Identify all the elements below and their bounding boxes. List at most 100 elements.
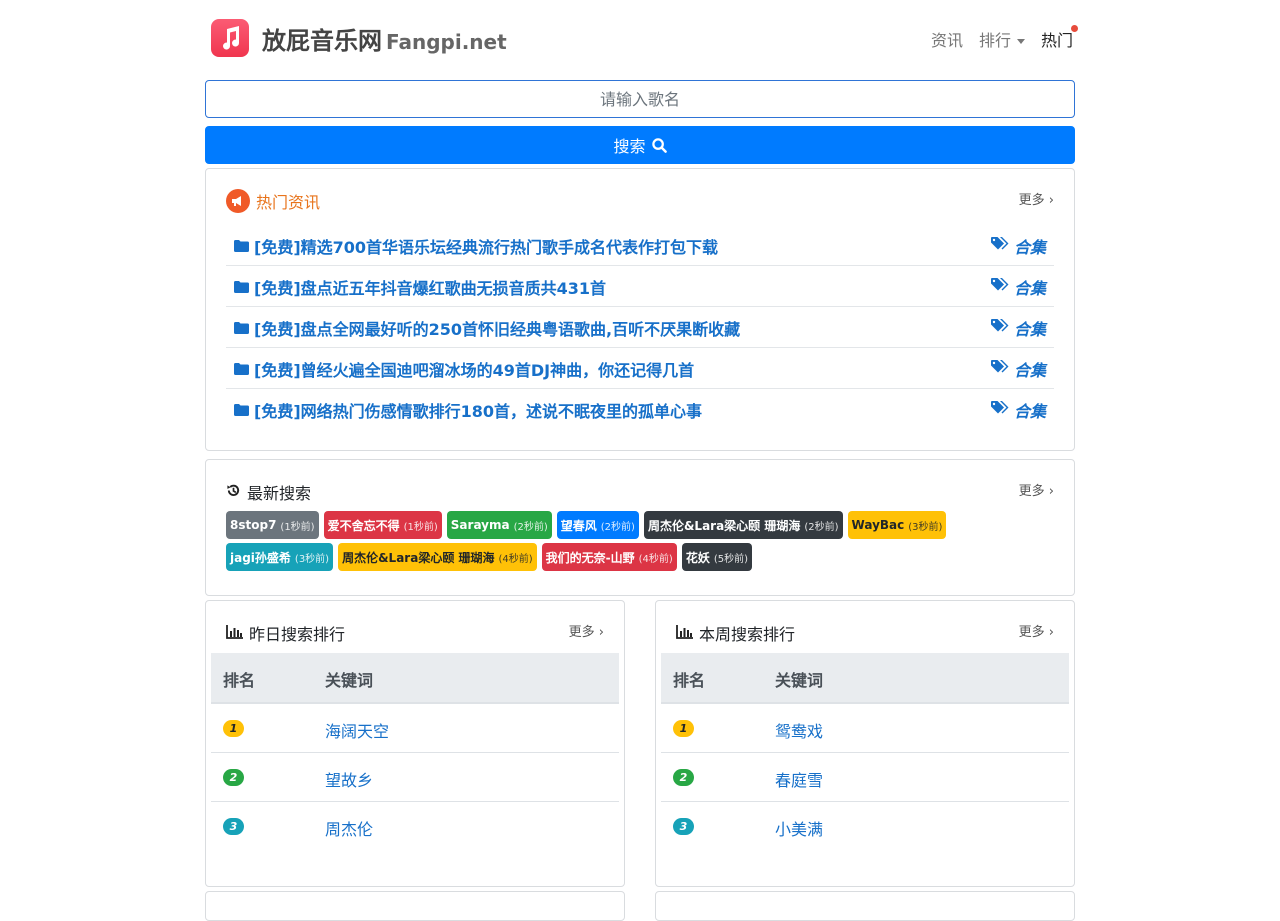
search-badge-text: 周杰伦&Lara梁心颐 珊瑚海 — [647, 518, 801, 533]
keyword-link[interactable]: 周杰伦 — [325, 816, 373, 840]
column-header-keyword: 关键词 — [325, 671, 374, 690]
next-card-right — [655, 891, 1075, 921]
keyword-link[interactable]: 海阔天空 — [325, 718, 389, 742]
news-title: [免费]网络热门伤感情歌排行180首，述说不眠夜里的孤单心事 — [254, 402, 703, 421]
week-rank-card: 本周搜索排行 更多 › 排名 关键词 1 鸳鸯戏 2 春庭雪 3 小美满 — [655, 600, 1075, 887]
news-link[interactable]: [免费]盘点全网最好听的250首怀旧经典粤语歌曲,百听不厌果断收藏 — [234, 316, 740, 340]
news-tag-text: 合集 — [1013, 361, 1046, 380]
search-badge[interactable]: 周杰伦&Lara梁心颐 珊瑚海 (4秒前) — [338, 543, 537, 571]
search-badge[interactable]: 周杰伦&Lara梁心颐 珊瑚海 (2秒前) — [643, 511, 843, 539]
music-note-logo-icon[interactable] — [211, 19, 249, 57]
chevron-right-icon: › — [1048, 484, 1054, 499]
tags-icon — [990, 359, 1009, 379]
chevron-right-icon: › — [1048, 625, 1054, 640]
news-item[interactable]: [免费]盘点近五年抖音爆红歌曲无损音质共431首 合集 — [226, 266, 1054, 307]
news-tag[interactable]: 合集 — [990, 234, 1046, 258]
tags-icon — [990, 236, 1009, 256]
folder-icon — [234, 401, 249, 420]
hot-news-title: 热门资讯 — [226, 189, 320, 213]
news-tag[interactable]: 合集 — [990, 398, 1046, 422]
search-badge-text: 望春风 — [560, 518, 597, 533]
search-badge[interactable]: 8stop7 (1秒前) — [226, 511, 319, 539]
news-link[interactable]: [免费]曾经火遍全国迪吧溜冰场的49首DJ神曲，你还记得几首 — [234, 357, 694, 381]
search-badge[interactable]: Sarayma (2秒前) — [446, 511, 552, 539]
keyword-link[interactable]: 鸳鸯戏 — [775, 718, 823, 742]
latest-search-title-text: 最新搜索 — [247, 484, 312, 503]
song-search-input[interactable] — [205, 80, 1075, 118]
week-rank-more-link[interactable]: 更多 › — [1019, 621, 1054, 640]
keyword-link[interactable]: 春庭雪 — [775, 767, 823, 791]
search-badge-list: 8stop7 (1秒前) 爱不舍忘不得 (1秒前) Sarayma (2秒前) 望春风 (2秒… — [226, 511, 1056, 571]
search-badge-text: WayBac — [851, 518, 905, 532]
megaphone-icon — [226, 189, 250, 213]
search-badge-text: 周杰伦&Lara梁心颐 珊瑚海 — [342, 550, 495, 565]
search-badge[interactable]: jagi孙盛希 (3秒前) — [226, 543, 334, 571]
folder-icon — [234, 237, 249, 256]
search-button[interactable]: 搜索 — [205, 126, 1075, 164]
nav-hot-label: 热门 — [1040, 31, 1073, 50]
yesterday-rank-title-text: 昨日搜索排行 — [249, 625, 346, 644]
search-badge[interactable]: WayBac (3秒前) — [847, 511, 947, 539]
hot-news-more-link[interactable]: 更多 › — [1019, 189, 1054, 208]
nav-news[interactable]: 资讯 — [931, 27, 963, 51]
search-badge-text: Sarayma — [450, 518, 510, 532]
latest-search-more-link[interactable]: 更多 › — [1019, 480, 1054, 499]
news-link[interactable]: [免费]盘点近五年抖音爆红歌曲无损音质共431首 — [234, 275, 606, 299]
history-icon — [226, 483, 241, 502]
news-tag[interactable]: 合集 — [990, 275, 1046, 299]
news-tag-text: 合集 — [1013, 320, 1046, 339]
latest-search-title: 最新搜索 — [226, 480, 311, 504]
news-title: [免费]盘点全网最好听的250首怀旧经典粤语歌曲,百听不厌果断收藏 — [254, 320, 741, 339]
latest-search-card: 最新搜索 更多 › 8stop7 (1秒前) 爱不舍忘不得 (1秒前) Sarayma(… — [205, 459, 1075, 596]
search-badge-time: (1秒前) — [280, 521, 315, 533]
tags-icon — [990, 277, 1009, 297]
search-badge-time: (1秒前) — [403, 521, 438, 533]
nav-hot[interactable]: 热门 — [1040, 25, 1078, 51]
nav-rank-dropdown[interactable]: 排行 — [979, 27, 1025, 51]
brand-name-cn: 放屁音乐网 — [262, 27, 382, 55]
search-badge[interactable]: 望春风 (2秒前) — [556, 511, 639, 539]
rank-badge: 3 — [223, 818, 244, 835]
search-badge[interactable]: 我们的无奈-山野 (4秒前) — [541, 543, 677, 571]
keyword-link[interactable]: 小美满 — [775, 816, 823, 840]
chevron-right-icon: › — [598, 625, 604, 640]
search-badge[interactable]: 花妖 (5秒前) — [681, 543, 753, 571]
table-row: 1 海阔天空 — [211, 704, 619, 753]
more-label: 更多 — [568, 625, 595, 640]
search-badge-text: 8stop7 — [230, 518, 277, 532]
brand-name-en: Fangpi.net — [386, 30, 507, 54]
chevron-right-icon: › — [1048, 193, 1054, 208]
news-link[interactable]: [免费]网络热门伤感情歌排行180首，述说不眠夜里的孤单心事 — [234, 398, 702, 422]
news-tag-text: 合集 — [1013, 402, 1046, 421]
rank-badge: 2 — [223, 769, 244, 786]
search-badge[interactable]: 爱不舍忘不得 (1秒前) — [323, 511, 442, 539]
search-badge-time: (4秒前) — [638, 553, 673, 565]
tags-icon — [990, 318, 1009, 338]
search-button-label: 搜索 — [613, 137, 646, 156]
caret-down-icon — [1016, 39, 1025, 44]
news-tag-text: 合集 — [1013, 279, 1046, 298]
tags-icon — [990, 400, 1009, 420]
search-badge-text: jagi孙盛希 — [230, 550, 291, 565]
news-tag[interactable]: 合集 — [990, 357, 1046, 381]
table-row: 3 小美满 — [661, 802, 1069, 851]
search-badge-time: (5秒前) — [713, 553, 749, 565]
keyword-link[interactable]: 望故乡 — [325, 767, 373, 791]
yesterday-rank-more-link[interactable]: 更多 › — [569, 621, 604, 640]
table-header: 排名 关键词 — [211, 653, 619, 704]
news-title: [免费]精选700首华语乐坛经典流行热门歌手成名代表作打包下载 — [254, 238, 719, 257]
news-item[interactable]: [免费]网络热门伤感情歌排行180首，述说不眠夜里的孤单心事 合集 — [226, 389, 1054, 430]
news-tag[interactable]: 合集 — [990, 316, 1046, 340]
news-item[interactable]: [免费]曾经火遍全国迪吧溜冰场的49首DJ神曲，你还记得几首 合集 — [226, 348, 1054, 389]
site-brand[interactable]: 放屁音乐网 Fangpi.net — [262, 21, 507, 56]
column-header-rank: 排名 — [673, 671, 706, 690]
news-item[interactable]: [免费]精选700首华语乐坛经典流行热门歌手成名代表作打包下载 合集 — [226, 225, 1054, 266]
news-link[interactable]: [免费]精选700首华语乐坛经典流行热门歌手成名代表作打包下载 — [234, 234, 718, 258]
search-badge-time: (2秒前) — [804, 521, 839, 533]
top-nav: 资讯 排行 热门 — [931, 25, 1078, 51]
bar-chart-icon — [676, 624, 693, 643]
table-row: 2 望故乡 — [211, 753, 619, 802]
news-item[interactable]: [免费]盘点全网最好听的250首怀旧经典粤语歌曲,百听不厌果断收藏 合集 — [226, 307, 1054, 348]
news-tag-text: 合集 — [1013, 238, 1046, 257]
folder-icon — [234, 319, 249, 338]
